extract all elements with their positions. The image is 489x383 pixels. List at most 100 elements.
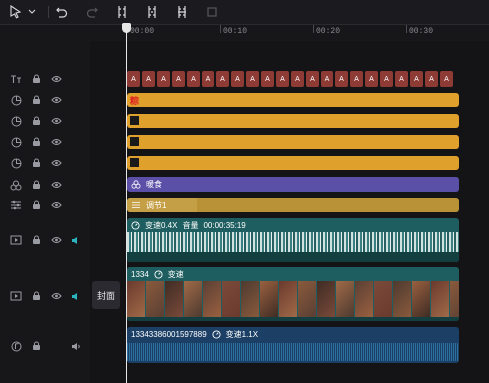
text-clip[interactable]: A — [216, 71, 229, 87]
sticker-thumbnail: 粽 — [130, 96, 140, 106]
audio-waveform — [127, 343, 459, 361]
text-clip[interactable]: A — [350, 71, 363, 87]
eye-icon[interactable] — [50, 199, 62, 211]
text-clip[interactable]: A — [261, 71, 274, 87]
sticker-track-icon — [10, 136, 22, 148]
eye-icon[interactable] — [50, 136, 62, 148]
main-video-clip[interactable]: 1334 变速 — [127, 267, 459, 321]
split-icon[interactable] — [116, 3, 128, 21]
lock-icon[interactable] — [30, 73, 42, 85]
playhead-handle[interactable] — [122, 23, 131, 33]
adjust-clip[interactable]: 调节1 — [127, 198, 459, 212]
video-speed-label: 变速0.4X — [145, 220, 178, 230]
eye-icon[interactable] — [50, 115, 62, 127]
video-thumbnail-strip — [127, 232, 459, 252]
text-clip[interactable]: A — [157, 71, 170, 87]
sticker-clip[interactable] — [127, 156, 459, 170]
text-clip[interactable]: A — [127, 71, 140, 87]
text-clip[interactable]: A — [380, 71, 393, 87]
eye-icon[interactable] — [50, 234, 62, 246]
volume-icon[interactable] — [70, 340, 82, 352]
time-ruler[interactable]: 00:00 00:10 00:20 00:30 — [90, 25, 489, 41]
ruler-tick — [220, 25, 221, 33]
eye-icon[interactable] — [50, 73, 62, 85]
video-frame-thumbnail — [412, 281, 430, 317]
eye-icon[interactable] — [50, 94, 62, 106]
video-volume-label: 音量 — [182, 220, 199, 230]
video-frame-thumbnail — [393, 281, 411, 317]
ruler-label: 00:10 — [223, 27, 248, 36]
playhead[interactable] — [126, 24, 127, 383]
text-clip[interactable]: A — [321, 71, 333, 87]
lock-icon[interactable] — [30, 234, 42, 246]
redo-icon[interactable] — [86, 3, 98, 21]
video-frame-thumbnail — [317, 281, 335, 317]
text-clip[interactable]: A — [172, 71, 185, 87]
eye-icon[interactable] — [50, 179, 62, 191]
lock-icon[interactable] — [30, 340, 42, 352]
effect-track-icon — [10, 179, 22, 191]
lock-icon[interactable] — [30, 94, 42, 106]
text-clip[interactable]: A — [335, 71, 348, 87]
lock-icon[interactable] — [30, 115, 42, 127]
lock-icon[interactable] — [30, 157, 42, 169]
ruler-label: 00:20 — [316, 27, 341, 36]
main-video-name: 1334 — [131, 269, 149, 279]
ruler-tick — [406, 25, 407, 33]
chevron-down-icon[interactable] — [28, 3, 36, 21]
text-clip[interactable]: A — [440, 71, 453, 87]
video-frame-thumbnail — [222, 281, 240, 317]
text-clip[interactable]: A — [276, 71, 289, 87]
audio-track-controls — [10, 340, 82, 352]
trim-left-icon[interactable] — [146, 3, 158, 21]
ruler-label: 00:30 — [409, 27, 434, 36]
sticker-clip[interactable] — [127, 135, 459, 149]
video-track-controls — [10, 234, 82, 246]
main-video-speed: 变速 — [167, 269, 184, 279]
ruler-label: 00:00 — [130, 27, 155, 36]
cover-button[interactable]: 封面 — [92, 281, 120, 309]
text-clip[interactable]: A — [246, 71, 259, 87]
text-clip[interactable]: A — [231, 71, 244, 87]
eye-icon[interactable] — [50, 157, 62, 169]
sticker-clip[interactable] — [127, 114, 459, 128]
speed-icon — [154, 269, 163, 279]
text-clip[interactable]: A — [410, 71, 423, 87]
lock-icon[interactable] — [30, 290, 42, 302]
eye-icon[interactable] — [50, 290, 62, 302]
text-clip[interactable]: A — [395, 71, 408, 87]
sticker-track-icon — [10, 157, 22, 169]
audio-clip[interactable]: 13343386001597889 变速1.1X — [127, 327, 459, 363]
audio-name: 13343386001597889 — [131, 329, 207, 339]
video-frame-thumbnail — [450, 281, 459, 317]
lock-icon[interactable] — [30, 136, 42, 148]
adjust-track-controls — [10, 199, 62, 211]
mute-icon[interactable] — [70, 290, 82, 302]
lock-icon[interactable] — [30, 179, 42, 191]
video-clip[interactable]: 变速0.4X 音量 00:00:35:19 — [127, 218, 459, 262]
text-clip[interactable]: A — [187, 71, 200, 87]
cursor-icon[interactable] — [10, 3, 22, 21]
mute-icon[interactable] — [70, 234, 82, 246]
text-clip[interactable]: A — [202, 71, 214, 87]
effect-icon — [131, 180, 141, 189]
speed-icon — [131, 220, 140, 230]
adjust-label: 调节1 — [146, 200, 167, 210]
text-clip[interactable]: A — [306, 71, 319, 87]
main-video-track-controls — [10, 290, 82, 302]
effect-clip[interactable]: 暖食 — [127, 177, 459, 192]
sticker-track-icon — [10, 115, 22, 127]
text-clip[interactable]: A — [425, 71, 438, 87]
text-clip[interactable]: A — [142, 71, 155, 87]
adjust-track-icon — [10, 199, 22, 211]
sticker-track-icon — [10, 94, 22, 106]
text-clip[interactable]: A — [365, 71, 378, 87]
audio-track-icon — [10, 340, 22, 352]
delete-icon[interactable] — [206, 3, 218, 21]
text-clip[interactable]: A — [291, 71, 304, 87]
undo-icon[interactable] — [56, 3, 68, 21]
sticker-thumbnail — [130, 137, 139, 146]
trim-right-icon[interactable] — [176, 3, 188, 21]
lock-icon[interactable] — [30, 199, 42, 211]
sticker-clip[interactable]: 粽 — [127, 93, 459, 107]
